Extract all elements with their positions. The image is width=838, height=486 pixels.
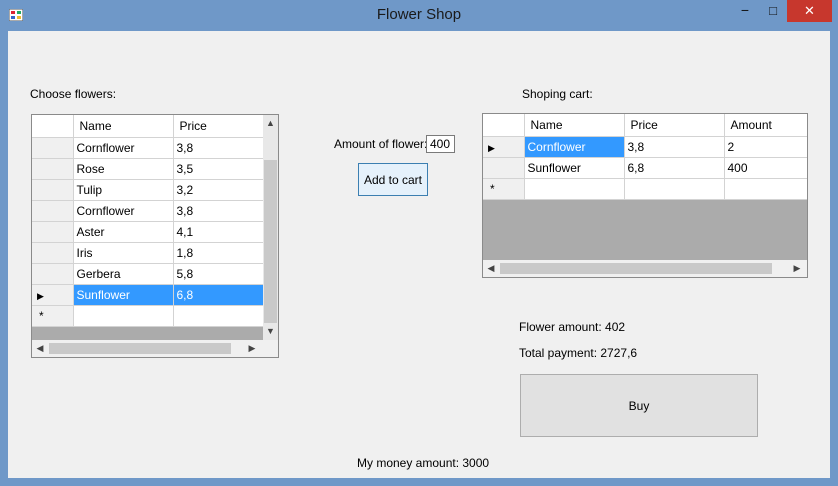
scroll-left-icon[interactable]: ◀ [32, 343, 48, 354]
cell-amount[interactable]: 2 [724, 136, 807, 158]
column-header-name[interactable]: Name [524, 114, 625, 137]
add-to-cart-button[interactable]: Add to cart [358, 163, 428, 196]
cell-name[interactable]: Tulip [73, 179, 174, 201]
cell-price[interactable]: 6,8 [173, 284, 264, 306]
minimize-button[interactable]: − [731, 0, 759, 22]
shopping-cart-label: Shoping cart: [522, 87, 593, 101]
scroll-right-icon[interactable]: ▶ [789, 263, 805, 274]
window-title: Flower Shop [376, 6, 462, 23]
cell-price[interactable]: 6,8 [624, 157, 725, 179]
money-amount-label: My money amount: 3000 [357, 456, 490, 470]
scroll-up-icon[interactable]: ▲ [263, 118, 278, 128]
table-row[interactable]: Tulip 3,2 [32, 179, 264, 201]
cell-name[interactable]: Gerbera [73, 263, 174, 285]
cell-price[interactable] [173, 305, 264, 327]
row-pointer-icon: ▶ [37, 290, 44, 301]
table-row[interactable]: Cornflower 3,8 [32, 200, 264, 222]
scroll-left-icon[interactable]: ◀ [483, 263, 499, 274]
row-header[interactable] [32, 158, 74, 180]
table-row[interactable]: Sunflower 6,8 400 [483, 157, 807, 179]
maximize-button[interactable]: □ [759, 0, 787, 22]
flowers-vertical-scrollbar[interactable]: ▲ ▼ [263, 115, 278, 340]
new-row-marker: * [490, 181, 495, 196]
table-row[interactable]: ▶ Cornflower 3,8 2 [483, 136, 807, 158]
cell-price[interactable] [624, 178, 725, 200]
cell-price[interactable]: 3,5 [173, 158, 264, 180]
scroll-down-icon[interactable]: ▼ [263, 326, 278, 336]
row-header[interactable] [32, 242, 74, 264]
table-row[interactable]: Iris 1,8 [32, 242, 264, 264]
column-header-amount[interactable]: Amount [724, 114, 807, 137]
row-header[interactable]: * [483, 178, 525, 200]
new-row[interactable]: * [483, 178, 807, 200]
new-row-marker: * [39, 308, 44, 323]
buy-button[interactable]: Buy [520, 374, 758, 437]
cell-price[interactable]: 1,8 [173, 242, 264, 264]
title-bar[interactable]: Flower Shop − □ ✕ [0, 0, 838, 31]
choose-flowers-label: Choose flowers: [30, 87, 117, 101]
cell-name[interactable]: Sunflower [73, 284, 174, 306]
row-header[interactable] [32, 263, 74, 285]
cart-horizontal-scrollbar[interactable]: ◀ ▶ [483, 260, 807, 277]
cell-name[interactable] [73, 305, 174, 327]
table-row[interactable]: Gerbera 5,8 [32, 263, 264, 285]
row-header-corner [483, 114, 525, 137]
row-header[interactable] [32, 200, 74, 222]
cart-grid[interactable]: Name Price Amount ▶ Cornflower 3,8 2 Sun… [482, 113, 808, 278]
row-header[interactable]: * [32, 305, 74, 327]
total-payment-label: Total payment: 2727,6 [519, 346, 638, 360]
row-header[interactable] [32, 137, 74, 159]
row-header[interactable] [32, 179, 74, 201]
cell-price[interactable]: 5,8 [173, 263, 264, 285]
row-header[interactable] [32, 221, 74, 243]
cell-name[interactable]: Cornflower [73, 200, 174, 222]
row-header-corner [32, 115, 74, 138]
amount-label: Amount of flower: [334, 137, 428, 151]
cell-name[interactable]: Rose [73, 158, 174, 180]
flowers-grid[interactable]: Name Price Cornflower 3,8 Rose 3,5 Tulip 3,… [31, 114, 279, 358]
column-header-name[interactable]: Name [73, 115, 174, 138]
cell-name[interactable]: Aster [73, 221, 174, 243]
scroll-thumb[interactable] [264, 160, 277, 323]
cell-price[interactable]: 4,1 [173, 221, 264, 243]
scroll-thumb[interactable] [500, 263, 772, 274]
new-row[interactable]: * [32, 305, 264, 327]
table-row-selected[interactable]: ▶ Sunflower 6,8 [32, 284, 264, 306]
cart-table: Name Price Amount ▶ Cornflower 3,8 2 Sun… [483, 114, 807, 200]
row-header[interactable]: ▶ [32, 284, 74, 306]
cell-amount[interactable] [724, 178, 807, 200]
close-button[interactable]: ✕ [787, 0, 832, 22]
row-header[interactable] [483, 157, 525, 179]
cell-price[interactable]: 3,8 [173, 200, 264, 222]
flowers-horizontal-scrollbar[interactable]: ◀ ▶ [32, 340, 278, 357]
cell-price[interactable]: 3,8 [173, 137, 264, 159]
scroll-right-icon[interactable]: ▶ [244, 343, 260, 354]
flowers-table: Name Price Cornflower 3,8 Rose 3,5 Tulip 3,… [32, 115, 264, 327]
amount-input[interactable]: 400 [426, 135, 455, 153]
flowers-header-row: Name Price [32, 115, 264, 138]
cell-name[interactable] [524, 178, 625, 200]
cell-amount[interactable]: 400 [724, 157, 807, 179]
main-form: Choose flowers: Name Price Cornflower 3,8… [8, 31, 830, 478]
table-row[interactable]: Aster 4,1 [32, 221, 264, 243]
cell-name[interactable]: Cornflower [73, 137, 174, 159]
cart-header-row: Name Price Amount [483, 114, 807, 137]
cell-name[interactable]: Iris [73, 242, 174, 264]
cell-price[interactable]: 3,8 [624, 136, 725, 158]
column-header-price[interactable]: Price [624, 114, 725, 137]
cell-name[interactable]: Sunflower [524, 157, 625, 179]
cell-price[interactable]: 3,2 [173, 179, 264, 201]
table-row[interactable]: Cornflower 3,8 [32, 137, 264, 159]
flower-shop-window: Flower Shop − □ ✕ Choose flowers: Name P… [0, 0, 838, 486]
column-header-price[interactable]: Price [173, 115, 264, 138]
table-row[interactable]: Rose 3,5 [32, 158, 264, 180]
cell-name-selected[interactable]: Cornflower [524, 136, 625, 158]
row-header[interactable]: ▶ [483, 136, 525, 158]
row-pointer-icon: ▶ [488, 142, 495, 153]
flower-amount-label: Flower amount: 402 [519, 320, 626, 334]
scroll-thumb[interactable] [49, 343, 231, 354]
